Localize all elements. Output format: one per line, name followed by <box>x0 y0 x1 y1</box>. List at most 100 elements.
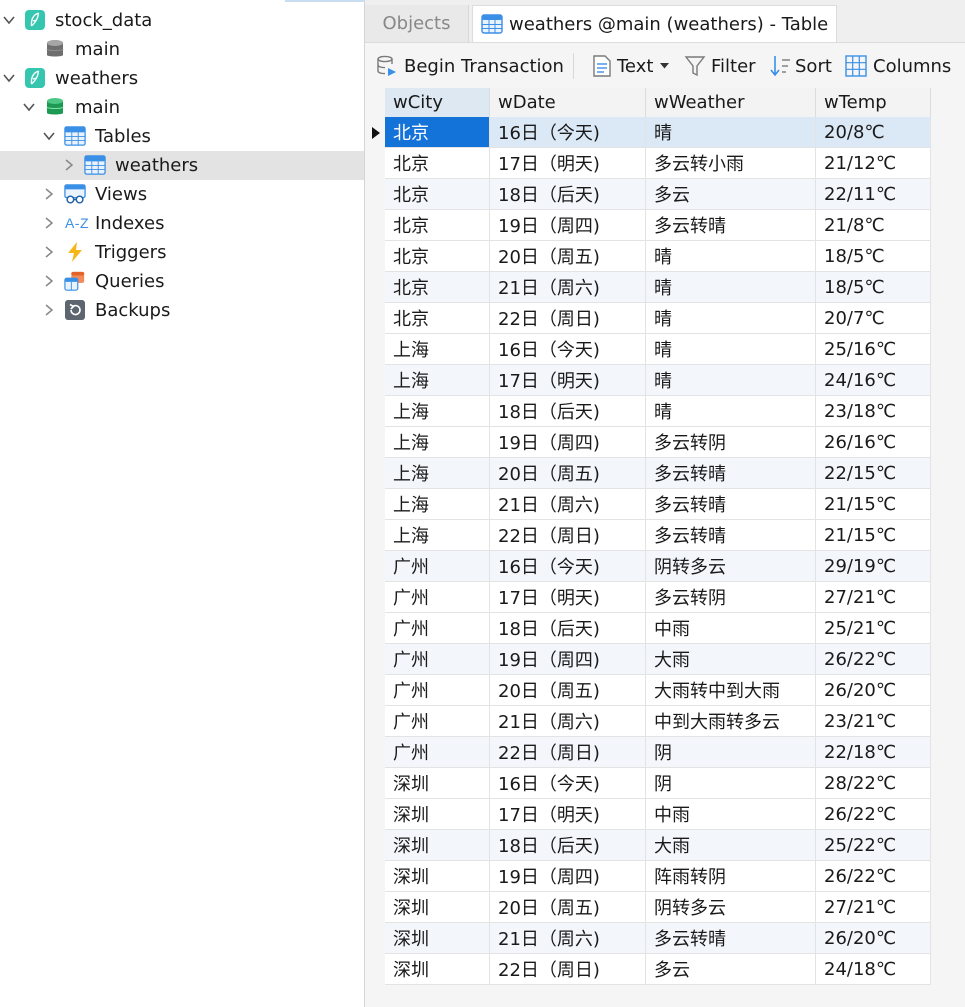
table-row[interactable]: 北京 16日（今天) 晴 20/8℃ <box>372 117 931 148</box>
cell-wcity[interactable]: 上海 <box>385 458 490 489</box>
table-row[interactable]: 北京 18日（后天) 多云 22/11℃ <box>385 179 931 210</box>
cell-wcity[interactable]: 上海 <box>385 427 490 458</box>
cell-wtemp[interactable]: 18/5℃ <box>816 241 931 272</box>
cell-wweather[interactable]: 大雨 <box>646 830 816 861</box>
cell-wweather[interactable]: 多云转晴 <box>646 520 816 551</box>
cell-wdate[interactable]: 22日（周日) <box>490 954 646 985</box>
cell-wcity[interactable]: 北京 <box>385 210 490 241</box>
cell-wdate[interactable]: 22日（周日) <box>490 737 646 768</box>
cell-wdate[interactable]: 21日（周六) <box>490 706 646 737</box>
column-header-wdate[interactable]: wDate <box>490 88 646 117</box>
cell-wcity[interactable]: 广州 <box>385 582 490 613</box>
cell-wtemp[interactable]: 26/20℃ <box>816 675 931 706</box>
sidebar-item-views[interactable]: Views <box>0 180 364 209</box>
table-row[interactable]: 广州 19日（周四) 大雨 26/22℃ <box>385 644 931 675</box>
cell-wdate[interactable]: 21日（周六) <box>490 923 646 954</box>
cell-wweather[interactable]: 多云转晴 <box>646 923 816 954</box>
cell-wdate[interactable]: 20日（周五) <box>490 241 646 272</box>
sidebar-item-main[interactable]: main <box>0 93 364 122</box>
cell-wtemp[interactable]: 25/21℃ <box>816 613 931 644</box>
cell-wdate[interactable]: 18日（后天) <box>490 613 646 644</box>
cell-wdate[interactable]: 22日（周日) <box>490 303 646 334</box>
cell-wweather[interactable]: 大雨 <box>646 644 816 675</box>
sort-button[interactable]: Sort <box>769 43 832 89</box>
cell-wcity[interactable]: 上海 <box>385 396 490 427</box>
columns-button[interactable]: Columns <box>844 43 951 89</box>
cell-wdate[interactable]: 16日（今天) <box>490 551 646 582</box>
chevron-right-icon[interactable] <box>42 303 56 317</box>
table-row[interactable]: 广州 21日（周六) 中到大雨转多云 23/21℃ <box>385 706 931 737</box>
text-view-button[interactable]: Text <box>592 43 670 89</box>
table-row[interactable]: 北京 20日（周五) 晴 18/5℃ <box>385 241 931 272</box>
cell-wweather[interactable]: 多云 <box>646 954 816 985</box>
cell-wcity[interactable]: 深圳 <box>385 830 490 861</box>
cell-wtemp[interactable]: 21/15℃ <box>816 520 931 551</box>
cell-wdate[interactable]: 21日（周六) <box>490 272 646 303</box>
cell-wweather[interactable]: 中雨 <box>646 613 816 644</box>
cell-wtemp[interactable]: 29/19℃ <box>816 551 931 582</box>
sidebar-item-weathers[interactable]: weathers <box>0 64 364 93</box>
chevron-down-icon[interactable] <box>2 71 16 85</box>
cell-wweather[interactable]: 多云转晴 <box>646 458 816 489</box>
column-header-wtemp[interactable]: wTemp <box>816 88 931 117</box>
table-row[interactable]: 深圳 16日（今天) 阴 28/22℃ <box>385 768 931 799</box>
filter-button[interactable]: Filter <box>684 43 756 89</box>
cell-wtemp[interactable]: 25/22℃ <box>816 830 931 861</box>
cell-wcity[interactable]: 北京 <box>385 117 490 148</box>
cell-wcity[interactable]: 上海 <box>385 520 490 551</box>
sidebar-item-indexes[interactable]: A-Z Indexes <box>0 209 364 238</box>
table-row[interactable]: 深圳 22日（周日) 多云 24/18℃ <box>385 954 931 985</box>
cell-wdate[interactable]: 18日（后天) <box>490 830 646 861</box>
table-row[interactable]: 深圳 21日（周六) 多云转晴 26/20℃ <box>385 923 931 954</box>
table-row[interactable]: 上海 19日（周四) 多云转阴 26/16℃ <box>385 427 931 458</box>
cell-wcity[interactable]: 北京 <box>385 179 490 210</box>
cell-wtemp[interactable]: 21/15℃ <box>816 489 931 520</box>
cell-wdate[interactable]: 18日（后天) <box>490 396 646 427</box>
cell-wweather[interactable]: 晴 <box>646 365 816 396</box>
cell-wtemp[interactable]: 27/21℃ <box>816 582 931 613</box>
cell-wdate[interactable]: 17日（明天) <box>490 582 646 613</box>
table-row[interactable]: 广州 18日（后天) 中雨 25/21℃ <box>385 613 931 644</box>
sidebar-item-main[interactable]: main <box>0 35 364 64</box>
cell-wcity[interactable]: 深圳 <box>385 923 490 954</box>
cell-wdate[interactable]: 19日（周四) <box>490 427 646 458</box>
cell-wcity[interactable]: 北京 <box>385 241 490 272</box>
cell-wdate[interactable]: 22日（周日) <box>490 520 646 551</box>
sidebar-item-tables[interactable]: Tables <box>0 122 364 151</box>
cell-wcity[interactable]: 上海 <box>385 365 490 396</box>
cell-wweather[interactable]: 阴 <box>646 768 816 799</box>
cell-wtemp[interactable]: 23/21℃ <box>816 706 931 737</box>
cell-wdate[interactable]: 16日（今天) <box>490 334 646 365</box>
cell-wcity[interactable]: 北京 <box>385 148 490 179</box>
cell-wweather[interactable]: 阴 <box>646 737 816 768</box>
cell-wtemp[interactable]: 18/5℃ <box>816 272 931 303</box>
cell-wweather[interactable]: 多云转阴 <box>646 427 816 458</box>
chevron-down-icon[interactable] <box>2 13 16 27</box>
column-header-wweather[interactable]: wWeather <box>646 88 816 117</box>
cell-wdate[interactable]: 16日（今天) <box>490 117 646 148</box>
table-row[interactable]: 北京 17日（明天) 多云转小雨 21/12℃ <box>385 148 931 179</box>
cell-wdate[interactable]: 19日（周四) <box>490 861 646 892</box>
table-row[interactable]: 广州 22日（周日) 阴 22/18℃ <box>385 737 931 768</box>
cell-wcity[interactable]: 上海 <box>385 489 490 520</box>
cell-wtemp[interactable]: 20/7℃ <box>816 303 931 334</box>
cell-wweather[interactable]: 阴转多云 <box>646 551 816 582</box>
chevron-right-icon[interactable] <box>42 216 56 230</box>
cell-wcity[interactable]: 广州 <box>385 613 490 644</box>
cell-wcity[interactable]: 广州 <box>385 706 490 737</box>
cell-wweather[interactable]: 多云转晴 <box>646 210 816 241</box>
chevron-down-icon[interactable] <box>22 100 36 114</box>
cell-wdate[interactable]: 20日（周五) <box>490 458 646 489</box>
cell-wweather[interactable]: 中到大雨转多云 <box>646 706 816 737</box>
cell-wcity[interactable]: 广州 <box>385 675 490 706</box>
cell-wweather[interactable]: 晴 <box>646 272 816 303</box>
cell-wtemp[interactable]: 26/16℃ <box>816 427 931 458</box>
cell-wweather[interactable]: 晴 <box>646 334 816 365</box>
cell-wdate[interactable]: 20日（周五) <box>490 675 646 706</box>
chevron-right-icon[interactable] <box>62 158 76 172</box>
cell-wweather[interactable]: 晴 <box>646 303 816 334</box>
cell-wcity[interactable]: 北京 <box>385 272 490 303</box>
sidebar-item-weathers[interactable]: weathers <box>0 151 364 180</box>
table-row[interactable]: 上海 21日（周六) 多云转晴 21/15℃ <box>385 489 931 520</box>
table-row[interactable]: 深圳 17日（明天) 中雨 26/22℃ <box>385 799 931 830</box>
